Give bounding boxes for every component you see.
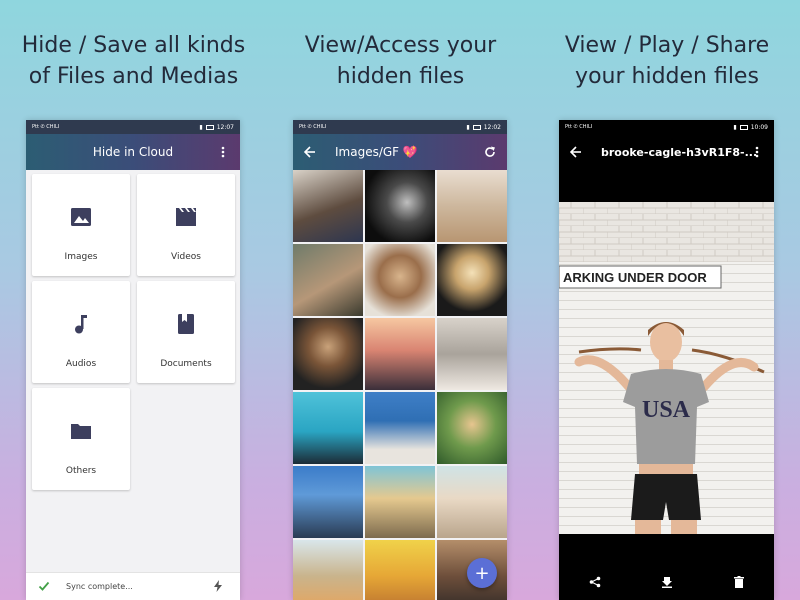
clock: 12:07 [216,123,234,131]
clock: 10:09 [750,123,768,131]
app-title: Hide in Cloud [92,145,174,159]
book-icon [178,314,194,334]
back-arrow-icon[interactable] [299,141,321,163]
back-arrow-icon[interactable] [565,141,587,163]
video-icon [176,208,196,226]
download-icon[interactable] [661,573,673,592]
check-icon [38,580,50,594]
clock: 12:02 [483,123,501,131]
carrier-label: Ptt ✆ CHILI [565,124,593,130]
more-menu-icon[interactable] [746,141,768,163]
image-thumbnail[interactable] [293,392,363,464]
image-thumbnail[interactable] [365,540,435,600]
promo-panel-hide: Hide / Save all kinds of Files and Media… [0,0,267,600]
image-thumbnail[interactable] [437,170,507,242]
category-card-documents[interactable]: Documents [137,281,235,383]
image-thumbnail[interactable] [293,466,363,538]
phone-screen-home: Ptt ✆ CHILI ▮ 12:07 Hide in Cloud Images… [26,120,240,600]
category-card-images[interactable]: Images [32,174,130,276]
category-label: Documents [160,359,212,369]
caption-line-2: of Files and Medias [28,64,239,89]
vibrate-icon: ▮ [733,123,737,131]
folder-icon [71,424,91,439]
phone-screen-viewer: Ptt ✆ CHILI ▮ 10:09 brooke-cagle-h3vR1F8… [559,120,774,600]
image-thumbnail[interactable] [365,392,435,464]
image-thumbnail[interactable] [365,244,435,316]
status-bar: Ptt ✆ CHILI ▮ 12:07 [26,120,240,134]
category-label: Others [65,466,97,476]
folder-title: Images/GF 💖 [335,145,418,159]
panel-caption: Hide / Save all kinds of Files and Media… [0,30,267,92]
shirt-text: USA [642,397,691,423]
caption-line-1: View / Play / Share [564,33,770,58]
caption-line-1: View/Access your [304,33,497,58]
refresh-icon[interactable] [479,141,501,163]
carrier-label: Ptt ✆ CHILI [299,124,327,130]
promo-panel-access: View/Access your hidden files Ptt ✆ CHIL… [267,0,534,600]
app-bar: brooke-cagle-h3vR1F8-... [559,134,774,170]
music-icon [75,315,87,334]
file-name-title: brooke-cagle-h3vR1F8-... [601,145,758,159]
carrier-label: Ptt ✆ CHILI [32,124,60,130]
battery-icon [472,124,481,130]
photo-preview[interactable]: ARKING UNDER DOOR USA [559,202,774,534]
phone-screen-gallery: Ptt ✆ CHILI ▮ 12:02 Images/GF 💖 + [293,120,507,600]
caption-line-2: your hidden files [575,64,759,89]
sign-text: ARKING UNDER DOOR [563,270,707,285]
sync-status-bar: Sync complete... [26,572,240,600]
category-label: Audios [65,359,97,369]
image-icon [71,208,91,226]
image-thumbnail[interactable] [437,392,507,464]
sync-status-text: Sync complete... [66,582,133,591]
panel-caption: View/Access your hidden files [267,30,534,92]
status-bar: Ptt ✆ CHILI ▮ 10:09 [559,120,774,134]
category-label: Images [64,252,98,262]
image-thumbnail[interactable] [293,318,363,390]
battery-icon [205,124,214,130]
image-thumbnail[interactable] [365,318,435,390]
share-icon[interactable] [589,573,601,592]
add-file-button[interactable]: + [467,558,497,588]
more-menu-icon[interactable] [212,141,234,163]
promo-panel-view: View / Play / Share your hidden files Pt… [534,0,800,600]
caption-line-1: Hide / Save all kinds [21,33,246,58]
status-bar: Ptt ✆ CHILI ▮ 12:02 [293,120,507,134]
category-card-videos[interactable]: Videos [137,174,235,276]
vibrate-icon: ▮ [199,123,203,131]
battery-icon [739,124,748,130]
category-card-others[interactable]: Others [32,388,130,490]
delete-icon[interactable] [733,573,744,592]
image-thumbnail[interactable] [365,170,435,242]
viewer-action-bar [559,564,774,600]
image-thumbnail[interactable] [365,466,435,538]
category-card-audios[interactable]: Audios [32,281,130,383]
image-thumbnail[interactable] [293,170,363,242]
image-thumbnail[interactable] [293,244,363,316]
panel-caption: View / Play / Share your hidden files [534,30,800,92]
vibrate-icon: ▮ [466,123,470,131]
category-label: Videos [171,252,201,262]
app-bar: Images/GF 💖 [293,134,507,170]
image-thumbnail[interactable] [437,466,507,538]
image-thumbnail[interactable] [293,540,363,600]
caption-line-2: hidden files [336,64,465,89]
lightning-icon[interactable] [214,579,222,594]
app-bar: Hide in Cloud [26,134,240,170]
image-thumbnail[interactable] [437,244,507,316]
image-thumbnail[interactable] [437,318,507,390]
